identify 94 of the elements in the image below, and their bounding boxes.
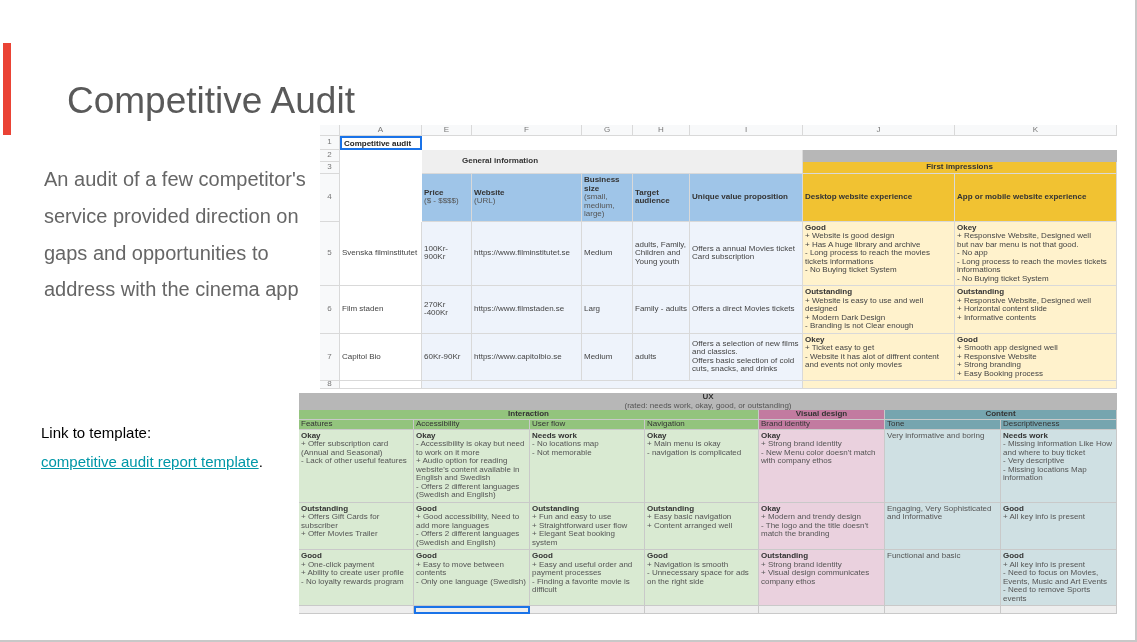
- row-header[interactable]: 7: [320, 333, 340, 381]
- table-cell: Outstanding + Website is easy to use and well designed + Modern Dark Design - Branding is not Clear enough: [803, 286, 955, 334]
- column-title: Navigation: [645, 420, 759, 430]
- table-cell: Outstanding + Strong brand identity + Visual design communicates company ethos: [759, 550, 885, 606]
- table-cell: Good + Easy and useful order and payment processes - Finding a favorite movie is difficult: [530, 550, 645, 606]
- table-cell[interactable]: [1001, 606, 1117, 614]
- row-header[interactable]: 5: [320, 221, 340, 286]
- table-cell[interactable]: [645, 606, 759, 614]
- column-header[interactable]: I: [690, 125, 803, 136]
- table-cell: 60Kr-90Kr: [422, 333, 472, 381]
- table-cell: Good + Website is good design + Has A huge library and archive - Long process to reach the movies tickets informations - No Buying ticket System: [803, 221, 955, 286]
- table-cell: https://www.capitolbio.se: [472, 333, 582, 381]
- table-cell: Okay + Offer subscription card (Annual and Seasonal) - Lack of other useful features: [299, 429, 414, 503]
- column-title: Business size (small, medium, large): [582, 174, 633, 222]
- column-header[interactable]: J: [803, 125, 955, 136]
- column-header[interactable]: F: [472, 125, 582, 136]
- table-cell: Family - adults: [633, 286, 690, 334]
- table-cell: 270Kr -400Kr: [422, 286, 472, 334]
- table-cell: Good + Easy to move between contents - Only one language (Swedish): [414, 550, 530, 606]
- table-cell[interactable]: [759, 606, 885, 614]
- table-cell: Outstanding + Easy basic navigation + Content arranged well: [645, 502, 759, 550]
- table-cell: Offers a direct Movies tickets: [690, 286, 803, 334]
- table-cell: Competitive audit: [340, 136, 422, 150]
- table-cell: Offers a selection of new films and classics. Offers basic selection of cold cuts, snacks, and drinks: [690, 333, 803, 381]
- table-cell: Film staden: [340, 286, 422, 334]
- column-header[interactable]: E: [422, 125, 472, 136]
- table-cell[interactable]: [299, 606, 414, 614]
- table-cell: Okay + Main menu is okay - navigation is complicated: [645, 429, 759, 503]
- column-title: User flow: [530, 420, 645, 430]
- table-cell[interactable]: [530, 606, 645, 614]
- row-header[interactable]: 8: [320, 381, 340, 389]
- table-cell: Medium: [582, 333, 633, 381]
- row-header[interactable]: 6: [320, 286, 340, 334]
- body-paragraph: An audit of a few competitor's service provided direction on gaps and opportunities to address with the cinema app: [44, 167, 306, 303]
- rating-legend: (rated: needs work, okay, good, or outstanding): [624, 401, 792, 410]
- column-header[interactable]: K: [955, 125, 1117, 136]
- column-title: Target audience: [633, 174, 690, 222]
- table-cell: https://www.filmstaden.se: [472, 286, 582, 334]
- table-cell: https://www.filminstitutet.se: [472, 221, 582, 286]
- table-cell: Outstanding + Fun and easy to use + Straightforward user flow + Elegant Seat booking system: [530, 502, 645, 550]
- table-cell: Medium: [582, 221, 633, 286]
- table-cell[interactable]: [885, 606, 1001, 614]
- table-cell: Svenska filminstitutet: [340, 221, 422, 286]
- table-cell[interactable]: [414, 606, 530, 614]
- column-header[interactable]: H: [633, 125, 690, 136]
- group-header: First impressions: [803, 162, 1117, 174]
- table-cell: Functional and basic: [885, 550, 1001, 606]
- group-header: Interaction: [299, 410, 759, 420]
- table-cell: Needs work - Missing information Like How and where to buy ticket - Very descriptive - Missing locations Map information: [1001, 429, 1117, 503]
- table-cell: Good + All key info is present: [1001, 502, 1117, 550]
- sheet-corner: [320, 125, 340, 136]
- table-cell: Very informative and boring: [885, 429, 1001, 503]
- table-cell: Good + Navigation is smooth - Unnecessary space for ads on the right side: [645, 550, 759, 606]
- table-cell: Okay - Accessibility is okay but need to work on it more + Audio option for reading website's content available in English and Swedish - Offers 2 different languages (Swedish and English): [414, 429, 530, 503]
- column-header[interactable]: G: [582, 125, 633, 136]
- template-link-sentence: Link to template: competitive audit report template.: [41, 423, 264, 472]
- table-cell: Okey + Responsive Website, Designed well but nav bar menu is not that good. - No app - Long process to reach the movies tickets informations - No Buying ticket System: [955, 221, 1117, 286]
- table-cell: Capitol Bio: [340, 333, 422, 381]
- table-cell: Larg: [582, 286, 633, 334]
- table-cell: Needs work - No locations map - Not memorable: [530, 429, 645, 503]
- table-cell: Good + One-click payment + Ability to create user profile - No loyalty rewards program: [299, 550, 414, 606]
- table-cell: Good + All key info is present - Need to focus on Movies, Events, Music and Art Events - Need to remove Sports events: [1001, 550, 1117, 606]
- row-header[interactable]: 2: [320, 150, 340, 162]
- column-title: Accessibility: [414, 420, 530, 430]
- row-header[interactable]: 1: [320, 136, 340, 150]
- column-header[interactable]: A: [340, 125, 422, 136]
- row-header[interactable]: 4: [320, 174, 340, 222]
- table-cell: Good + Smooth app designed well + Responsive Website + Strong branding + Easy Booking process: [955, 333, 1117, 381]
- column-title: Brand identity: [759, 420, 885, 430]
- table-cell: Okay + Modern and trendy design - The logo and the title doesn't match the branding: [759, 502, 885, 550]
- sheet-title: UX: [702, 393, 714, 402]
- table-cell: Offers a annual Movies ticket Card subscription: [690, 221, 803, 286]
- column-title: Desktop website experience: [803, 174, 955, 222]
- table-cell: adults, Family, Children and Young youth: [633, 221, 690, 286]
- table-cell: Engaging, Very Sophisticated and Informative: [885, 502, 1001, 550]
- column-title: Features: [299, 420, 414, 430]
- slide-title: Competitive Audit: [67, 79, 355, 123]
- table-cell: Good + Good accessibility, Need to add more languages - Offers 2 different languages (Swedish and English): [414, 502, 530, 550]
- column-title: Unique value proposition: [690, 174, 803, 222]
- column-title: Tone: [885, 420, 1001, 430]
- row-header[interactable]: 3: [320, 162, 340, 174]
- table-cell: Outstanding + Responsive Website, Designed well + Horizontal content slide + Informative contents: [955, 286, 1117, 334]
- table-cell: 100Kr- 900Kr: [422, 221, 472, 286]
- column-title: Price ($ - $$$$): [422, 174, 472, 222]
- template-link[interactable]: competitive audit report template: [41, 453, 259, 470]
- group-header: Content: [885, 410, 1117, 420]
- table-cell: Okay + Strong brand identity - New Menu color doesn't match with company ethos: [759, 429, 885, 503]
- group-header: General information: [422, 150, 803, 174]
- table-cell: adults: [633, 333, 690, 381]
- column-title: Website (URL): [472, 174, 582, 222]
- column-title: App or mobile website experience: [955, 174, 1117, 222]
- table-cell: Okey + Ticket easy to get - Website it has alot of diffrent content and events not only movies: [803, 333, 955, 381]
- column-title: Descriptiveness: [1001, 420, 1117, 430]
- table-cell: Outstanding + Offers Gift Cards for subscriber + Offer Movies Trailer: [299, 502, 414, 550]
